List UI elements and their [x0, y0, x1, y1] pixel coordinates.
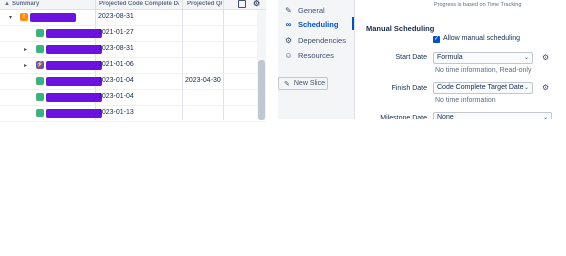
table-row[interactable]: 2023-01-13 — [0, 106, 266, 122]
table-row[interactable]: 2023-01-04 — [0, 90, 266, 106]
nav-item-resources[interactable]: ☺ Resources — [284, 48, 334, 62]
nav-item-general[interactable]: ✎ General — [284, 3, 325, 17]
table-row[interactable]: ▸ 2023-08-31 — [0, 42, 266, 58]
finish-date-hint: No time information — [435, 97, 496, 104]
redacted-summary[interactable] — [46, 77, 102, 86]
active-indicator — [352, 17, 354, 30]
redacted-summary[interactable] — [46, 45, 102, 54]
sort-arrow-icon[interactable]: ▲ — [4, 1, 10, 7]
allow-manual-scheduling-checkbox[interactable]: ✓ — [433, 36, 440, 43]
new-slice-label: New Slice — [293, 80, 325, 87]
redacted-summary[interactable] — [46, 29, 102, 38]
nav-item-label: Resources — [298, 50, 334, 60]
start-date-hint: No time information, Read-only — [435, 67, 532, 74]
finish-date-label: Finish Date — [391, 85, 427, 92]
issue-grid: ▲ Summary Projected Code Complete Da Pro… — [0, 0, 266, 122]
nav-item-label: Scheduling — [298, 19, 339, 29]
projected-code-complete-cell: 2023-01-04 — [98, 77, 134, 84]
projected-code-complete-cell: 2023-08-31 — [98, 13, 134, 20]
story-type-icon — [36, 29, 44, 37]
redacted-summary[interactable] — [46, 93, 102, 102]
pencil-icon: ✎ — [284, 80, 290, 88]
chevron-down-icon[interactable]: ▾ — [9, 14, 12, 21]
redacted-summary[interactable] — [46, 109, 102, 118]
pencil-icon: ✎ — [285, 5, 292, 15]
finish-date-select[interactable]: Code Complete Target Date ⌄ — [433, 82, 533, 94]
panel-clip — [266, 119, 566, 126]
nav-divider — [354, 0, 355, 125]
redacted-summary[interactable] — [46, 61, 102, 70]
people-icon: ☺ — [284, 50, 293, 60]
column-header-projected-qa[interactable]: Projected Q/ — [187, 1, 223, 7]
finish-date-value: Code Complete Target Date — [437, 84, 524, 91]
column-header-summary[interactable]: Summary — [12, 1, 92, 7]
allow-manual-scheduling-label[interactable]: Allow manual scheduling — [443, 35, 520, 42]
chevron-down-icon: ⌄ — [523, 85, 529, 91]
dependencies-icon: ⚙ — [284, 35, 293, 45]
story-type-icon — [36, 77, 44, 85]
projected-code-complete-cell: 2023-01-04 — [98, 93, 134, 100]
progress-note: Progress is based on Time Tracking — [434, 2, 522, 8]
chevron-right-icon[interactable]: ▸ — [24, 62, 27, 69]
column-header-projected-code-complete[interactable]: Projected Code Complete Da — [99, 1, 179, 7]
section-title: Manual Scheduling — [366, 24, 435, 33]
table-row[interactable]: ▾! 2023-08-31 — [0, 10, 266, 26]
projected-code-complete-cell: 2021-01-27 — [98, 29, 134, 36]
projected-code-complete-cell: 2021-01-06 — [98, 61, 134, 68]
table-row[interactable]: 2023-01-04 2023-04-30 — [0, 74, 266, 90]
redacted-summary[interactable] — [30, 13, 76, 22]
start-date-value: Formula — [437, 54, 463, 61]
scrollbar-thumb[interactable] — [258, 60, 265, 120]
table-row[interactable]: ▸ ⚡ 2021-01-06 — [0, 58, 266, 74]
story-type-icon — [36, 93, 44, 101]
story-type-icon — [36, 109, 44, 117]
chevron-down-icon: ⌄ — [523, 55, 529, 61]
chevron-right-icon[interactable]: ▸ — [24, 46, 27, 53]
gear-icon[interactable]: ⚙ — [253, 0, 260, 8]
start-date-label: Start Date — [395, 54, 427, 61]
gear-icon[interactable]: ⚙ — [542, 83, 549, 92]
grid-header: ▲ Summary Projected Code Complete Da Pro… — [0, 0, 266, 10]
new-slice-button[interactable]: ✎ New Slice — [278, 77, 328, 90]
table-row[interactable]: 2021-01-27 — [0, 26, 266, 42]
nav-item-label: Dependencies — [298, 35, 346, 45]
link-icon: ∞ — [285, 19, 292, 29]
story-type-icon — [36, 45, 44, 53]
epic-type-icon: ! — [20, 13, 28, 21]
projected-code-complete-cell: 2023-01-13 — [98, 109, 134, 116]
gear-icon[interactable]: ⚙ — [542, 53, 549, 62]
nav-item-dependencies[interactable]: ⚙ Dependencies — [284, 33, 346, 47]
start-date-select[interactable]: Formula ⌄ — [433, 52, 533, 64]
add-column-icon[interactable] — [238, 0, 246, 8]
projected-code-complete-cell: 2023-08-31 — [98, 45, 134, 52]
nav-item-label: General — [298, 5, 325, 15]
subtask-type-icon: ⚡ — [36, 61, 44, 69]
nav-item-scheduling[interactable]: ∞ Scheduling — [284, 17, 339, 31]
projected-qa-cell: 2023-04-30 — [185, 77, 221, 84]
